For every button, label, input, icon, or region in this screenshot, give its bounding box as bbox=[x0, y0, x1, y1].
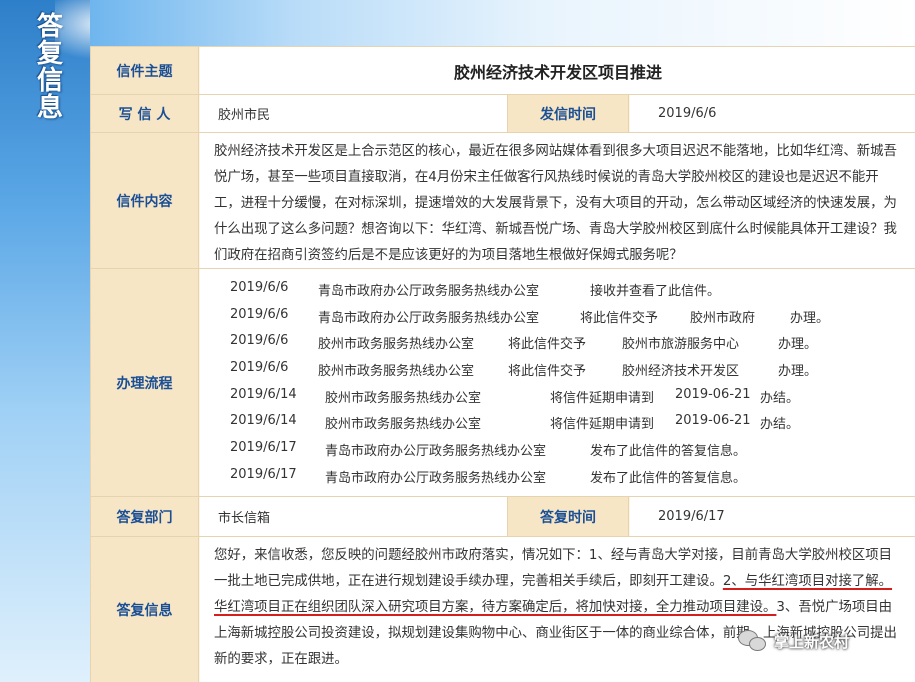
process-action: 将此信件交予 bbox=[508, 364, 587, 380]
process-date: 2019/6/17 bbox=[230, 466, 297, 482]
process-dept: 青岛市政府办公厅政务服务热线办公室 bbox=[318, 284, 540, 299]
reply-label: 答复信息 bbox=[91, 537, 199, 682]
process-dept: 胶州市政务服务热线办公室 bbox=[318, 364, 475, 380]
send-time-label: 发信时间 bbox=[507, 95, 629, 132]
process-dept: 青岛市政府办公厅政务服务热线办公室 bbox=[325, 444, 547, 460]
reply-dept-label: 答复部门 bbox=[91, 497, 199, 536]
process-item: 2019/6/6 青岛市政府办公厅政务服务热线办公室 将此信件交予 胶州市政府 办理。 bbox=[200, 302, 915, 329]
process-item: 2019/6/6 胶州市政务服务热线办公室 将此信件交予 胶州市旅游服务中心 办理。 bbox=[200, 328, 915, 355]
process-action: 将此信件交予 bbox=[508, 337, 587, 353]
subject-label: 信件主题 bbox=[91, 47, 199, 94]
process-item: 2019/6/6 青岛市政府办公厅政务服务热线办公室 接收并查看了此信件。 bbox=[200, 275, 915, 302]
wechat-icon bbox=[738, 630, 768, 652]
process-action: 发布了此信件的答复信息。 bbox=[590, 444, 747, 460]
reply-dept-row: 答复部门 市长信箱 答复时间 2019/6/17 bbox=[91, 496, 915, 536]
process-dept: 胶州市政务服务热线办公室 bbox=[325, 417, 482, 433]
process-date: 2019/6/6 bbox=[230, 360, 289, 376]
reply-text: 您好，来信收悉，您反映的问题经胶州市政府落实，情况如下：1、经与青岛大学对接，目… bbox=[200, 537, 915, 682]
reply-row: 答复信息 您好，来信收悉，您反映的问题经胶州市政府落实，情况如下：1、经与青岛大… bbox=[91, 536, 915, 682]
process-date: 2019/6/6 bbox=[230, 306, 289, 322]
letter-table: 信件主题 胶州经济技术开发区项目推进 写 信 人 胶州市民 发信时间 2019/… bbox=[90, 46, 915, 682]
process-dept: 胶州市政务服务热线办公室 bbox=[325, 390, 482, 406]
writer-label: 写 信 人 bbox=[91, 95, 199, 132]
process-suffix: 办理。 bbox=[790, 310, 830, 326]
process-item: 2019/6/17 青岛市政府办公厅政务服务热线办公室 发布了此信件的答复信息。 bbox=[200, 462, 915, 489]
process-item: 2019/6/14 胶州市政务服务热线办公室 将信件延期申请到 2019-06-21 办… bbox=[200, 382, 915, 409]
process-target: 胶州市旅游服务中心 bbox=[622, 337, 740, 353]
process-date: 2019/6/14 bbox=[230, 413, 297, 429]
process-suffix: 办理。 bbox=[778, 337, 818, 353]
process-target: 2019-06-21 bbox=[675, 386, 751, 402]
process-dept: 胶州市政务服务热线办公室 bbox=[318, 337, 475, 353]
top-gradient-bar bbox=[90, 0, 915, 46]
watermark: 掌上新农村 bbox=[738, 630, 849, 652]
process-dept: 青岛市政府办公厅政务服务热线办公室 bbox=[318, 310, 540, 326]
process-suffix: 办结。 bbox=[760, 417, 800, 433]
process-target: 胶州经济技术开发区 bbox=[622, 364, 740, 380]
process-item: 2019/6/17 青岛市政府办公厅政务服务热线办公室 发布了此信件的答复信息。 bbox=[200, 435, 915, 462]
send-time-value: 2019/6/6 bbox=[630, 95, 915, 132]
process-dept: 青岛市政府办公厅政务服务热线办公室 bbox=[325, 470, 547, 486]
process-date: 2019/6/6 bbox=[230, 280, 289, 295]
banner-char: 息 bbox=[36, 93, 63, 123]
process-action: 将信件延期申请到 bbox=[550, 390, 655, 406]
process-date: 2019/6/6 bbox=[230, 333, 289, 349]
subject-value: 胶州经济技术开发区项目推进 bbox=[200, 47, 915, 94]
process-action: 发布了此信件的答复信息。 bbox=[590, 470, 747, 486]
writer-value: 胶州市民 bbox=[200, 95, 507, 132]
process-list: 2019/6/6 青岛市政府办公厅政务服务热线办公室 接收并查看了此信件。 2019/… bbox=[200, 269, 915, 496]
reply-time-value: 2019/6/17 bbox=[630, 497, 915, 536]
watermark-text: 掌上新农村 bbox=[774, 632, 850, 651]
process-target: 胶州市政府 bbox=[690, 310, 756, 326]
process-target: 2019-06-21 bbox=[675, 413, 751, 429]
process-item: 2019/6/6 胶州市政务服务热线办公室 将此信件交予 胶州经济技术开发区 办理。 bbox=[200, 355, 915, 382]
reply-time-label: 答复时间 bbox=[507, 497, 629, 536]
process-row: 办理流程 2019/6/6 青岛市政府办公厅政务服务热线办公室 接收并查看了此信件。… bbox=[91, 268, 915, 496]
process-date: 2019/6/17 bbox=[230, 440, 297, 456]
reply-dept-value: 市长信箱 bbox=[200, 497, 507, 536]
content-text: 胶州经济技术开发区是上合示范区的核心，最近在很多网站媒体看到很多大项目迟迟不能落… bbox=[200, 133, 915, 268]
content-row: 信件内容 胶州经济技术开发区是上合示范区的核心，最近在很多网站媒体看到很多大项目… bbox=[91, 132, 915, 268]
process-item: 2019/6/14 胶州市政务服务热线办公室 将信件延期申请到 2019-06-21 办… bbox=[200, 408, 915, 435]
writer-row: 写 信 人 胶州市民 发信时间 2019/6/6 bbox=[91, 94, 915, 132]
process-suffix: 办结。 bbox=[760, 390, 800, 406]
subject-row: 信件主题 胶州经济技术开发区项目推进 bbox=[91, 46, 915, 94]
banner-char: 信 bbox=[36, 66, 63, 96]
process-suffix: 办理。 bbox=[778, 364, 818, 380]
process-action: 接收并查看了此信件。 bbox=[590, 284, 721, 299]
content-label: 信件内容 bbox=[91, 133, 199, 268]
process-date: 2019/6/14 bbox=[230, 386, 297, 402]
process-label: 办理流程 bbox=[91, 269, 199, 496]
process-action: 将信件延期申请到 bbox=[550, 417, 655, 433]
process-action: 将此信件交予 bbox=[580, 310, 659, 326]
